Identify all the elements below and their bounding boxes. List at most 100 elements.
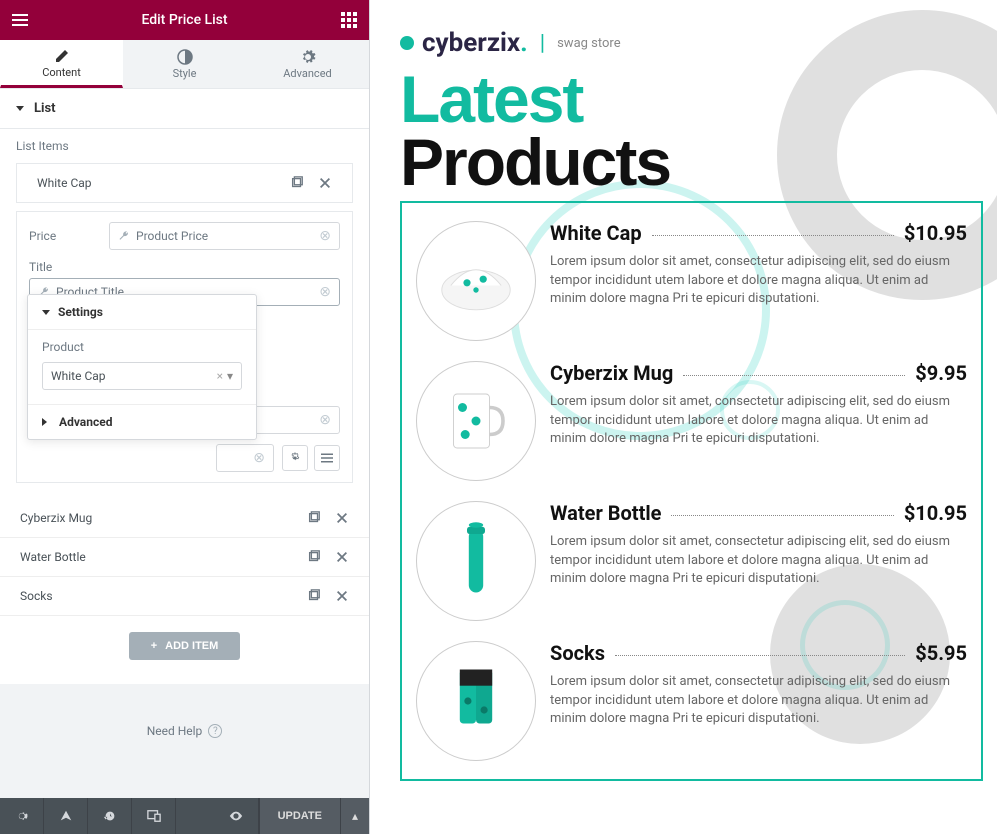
price-input[interactable]: Product Price ⊗ [109,222,340,250]
headline: Latest Products [400,68,997,193]
product-image [416,221,536,341]
product-title: Cyberzix Mug [550,361,673,385]
tabs: Content Style Advanced [0,40,369,89]
product-price: $10.95 [904,501,967,525]
popover-advanced-header[interactable]: Advanced [28,404,256,439]
list-item-water-bottle[interactable]: Water Bottle [0,538,369,577]
brand-name: cyberzix. [422,28,528,58]
dotted-line [671,515,893,516]
duplicate-icon[interactable] [307,550,321,564]
headline-line1: Latest [400,68,997,131]
close-icon[interactable] [318,176,332,190]
tab-style[interactable]: Style [123,40,246,88]
clear-icon[interactable]: ⊗ [319,228,331,244]
tab-advanced[interactable]: Advanced [246,40,369,88]
editor-panel: Edit Price List Content Style Advanced L… [0,0,370,834]
product-row: Cyberzix Mug $9.95 Lorem ipsum dolor sit… [402,351,981,491]
tab-content[interactable]: Content [0,40,123,88]
dotted-line [652,235,894,236]
section-list-label: List [34,101,56,116]
responsive-icon[interactable] [132,798,176,834]
brand-dot-icon [400,36,414,50]
close-icon[interactable] [335,511,349,525]
select-clear-icon[interactable]: × [217,369,223,383]
popover-settings-header[interactable]: Settings [28,295,256,330]
wrench-icon [118,230,130,242]
list-item-cyberzix-mug[interactable]: Cyberzix Mug [0,499,369,538]
list-item-socks[interactable]: Socks [0,577,369,616]
clear-icon[interactable]: ⊗ [253,450,265,466]
product-price: $9.95 [915,361,967,385]
item-editor: Price Product Price ⊗ Title Product Titl… [16,211,353,483]
price-value: Product Price [136,229,208,243]
product-description: Lorem ipsum dolor sit amet, consectetur … [550,393,967,448]
chevron-right-icon [42,418,51,426]
product-row: Water Bottle $10.95 Lorem ipsum dolor si… [402,491,981,631]
brand: cyberzix. | swag store [400,28,997,58]
clear-icon[interactable]: ⊗ [319,412,331,428]
tab-style-label: Style [173,67,197,80]
panel-title: Edit Price List [28,12,341,28]
preview-area: cyberzix. | swag store Latest Products W… [370,0,997,834]
clear-icon[interactable]: ⊗ [319,284,331,300]
help-label: Need Help [147,724,203,738]
apps-icon[interactable] [341,12,357,28]
duplicate-icon[interactable] [307,511,321,525]
headline-line2: Products [400,131,997,194]
tab-content-label: Content [42,66,81,79]
gear-icon [300,49,316,65]
add-item-button[interactable]: + ADD ITEM [129,632,241,660]
contrast-icon [177,49,193,65]
chevron-down-icon [16,106,24,111]
hidden-input-2[interactable]: ⊗ [216,444,274,472]
list-icon[interactable] [314,445,340,471]
product-description: Lorem ipsum dolor sit amet, consectetur … [550,533,967,588]
update-button[interactable]: UPDATE [259,798,341,834]
product-title: Socks [550,641,605,665]
bottom-bar: UPDATE ▴ [0,798,369,834]
title-label: Title [29,260,109,274]
product-field-label: Product [42,340,242,354]
list-item-white-cap[interactable]: White Cap [16,163,353,203]
chevron-down-icon [42,310,50,315]
close-icon[interactable] [335,589,349,603]
update-dropdown[interactable]: ▴ [341,798,369,834]
hamburger-icon[interactable] [12,12,28,28]
product-select-value: White Cap [51,369,106,383]
brand-subtitle: swag store [557,36,621,51]
product-row: White Cap $10.95 Lorem ipsum dolor sit a… [402,211,981,351]
product-description: Lorem ipsum dolor sit amet, consectetur … [550,253,967,308]
product-list[interactable]: White Cap $10.95 Lorem ipsum dolor sit a… [400,201,983,781]
section-list[interactable]: List [0,89,369,129]
price-label: Price [29,229,109,243]
list-items-label: List Items [0,129,369,163]
dynamic-settings-popover: Settings Product White Cap × ▾ Advanced [27,294,257,440]
dotted-line [683,375,905,376]
duplicate-icon[interactable] [290,176,304,190]
product-description: Lorem ipsum dolor sit amet, consectetur … [550,673,967,728]
help-icon: ? [208,724,222,738]
product-image [416,641,536,761]
chevron-down-icon[interactable]: ▾ [227,369,233,383]
plus-icon: + [151,640,157,652]
settings-icon[interactable] [0,798,44,834]
brand-separator: | [540,31,545,56]
product-select[interactable]: White Cap × ▾ [42,362,242,390]
preview-icon[interactable] [215,798,259,834]
gear-icon[interactable] [282,445,308,471]
navigator-icon[interactable] [44,798,88,834]
dotted-line [615,655,905,656]
history-icon[interactable] [88,798,132,834]
list-item-label: Socks [20,589,53,603]
duplicate-icon[interactable] [307,589,321,603]
panel-header: Edit Price List [0,0,369,40]
product-image [416,361,536,481]
product-price: $10.95 [904,221,967,245]
list-item-label: White Cap [37,176,92,190]
product-price: $5.95 [915,641,967,665]
pencil-icon [54,48,70,64]
help-area[interactable]: Need Help ? [0,684,369,798]
close-icon[interactable] [335,550,349,564]
product-title: Water Bottle [550,501,661,525]
product-row: Socks $5.95 Lorem ipsum dolor sit amet, … [402,631,981,771]
